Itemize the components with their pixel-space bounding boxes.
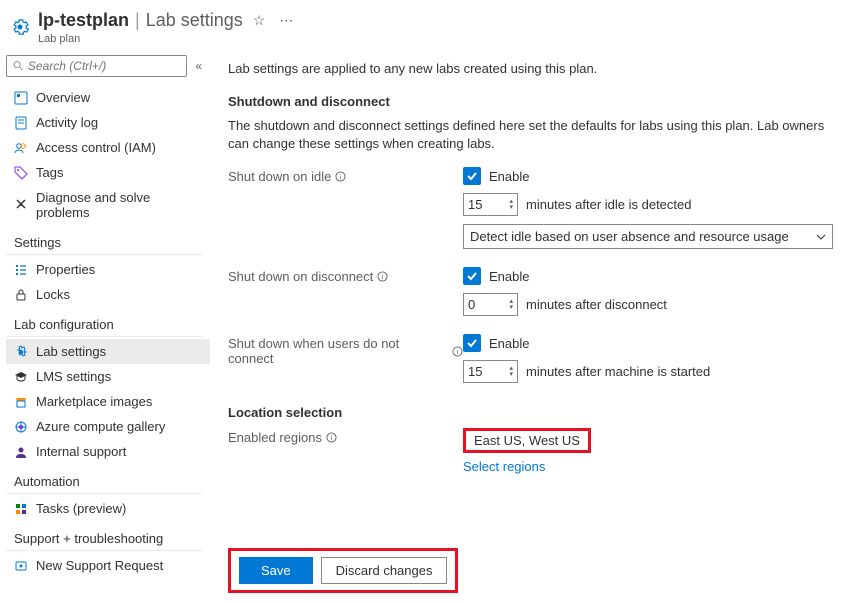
footer-buttons: Save Discard changes (228, 548, 458, 593)
sidebar-item-label: Locks (36, 287, 70, 302)
sidebar-item-label: New Support Request (36, 558, 163, 573)
nav-group-automation: Automation (6, 464, 202, 494)
search-input[interactable] (28, 59, 180, 73)
shutdown-description: The shutdown and disconnect settings def… (228, 117, 839, 153)
svg-text:i: i (457, 347, 459, 356)
tasks-icon (14, 502, 28, 516)
sidebar: « Overview Activity log Access control (IA… (0, 49, 210, 603)
search-box[interactable] (6, 55, 187, 77)
spinner-icon[interactable]: ▴▾ (509, 299, 513, 311)
newsupport-icon (14, 559, 28, 573)
nav-group-settings: Settings (6, 225, 202, 255)
nav-group-labconfig: Lab configuration (6, 307, 202, 337)
intro-text: Lab settings are applied to any new labs… (228, 61, 839, 76)
main-content: Lab settings are applied to any new labs… (210, 49, 857, 603)
sidebar-item-activity-log[interactable]: Activity log (6, 110, 210, 135)
sidebar-item-new-support-request[interactable]: New Support Request (6, 553, 210, 578)
resource-type: Lab plan (38, 33, 297, 45)
sidebar-item-label: LMS settings (36, 369, 111, 384)
sidebar-item-properties[interactable]: Properties (6, 257, 210, 282)
sidebar-item-label: Internal support (36, 444, 126, 459)
diagnose-icon (14, 198, 28, 212)
tags-icon (14, 166, 28, 180)
sidebar-item-label: Marketplace images (36, 394, 152, 409)
sidebar-item-label: Lab settings (36, 344, 106, 359)
lms-icon (14, 370, 28, 384)
collapse-sidebar-button[interactable]: « (193, 57, 204, 75)
sidebar-item-overview[interactable]: Overview (6, 85, 210, 110)
sidebar-item-label: Azure compute gallery (36, 419, 165, 434)
svg-text:i: i (340, 173, 342, 182)
info-icon[interactable]: i (377, 271, 388, 282)
chevron-down-icon (816, 232, 826, 242)
sidebar-item-label: Tasks (preview) (36, 501, 126, 516)
noconnect-minutes-input[interactable]: 15▴▾ (463, 360, 518, 383)
sidebar-item-label: Diagnose and solve problems (36, 190, 202, 220)
support-icon (14, 445, 28, 459)
disconnect-enable-checkbox[interactable] (463, 267, 481, 285)
properties-icon (14, 263, 28, 277)
disconnect-minutes-input[interactable]: 0▴▾ (463, 293, 518, 316)
spinner-icon[interactable]: ▴▾ (509, 366, 513, 378)
sidebar-item-azure-compute-gallery[interactable]: Azure compute gallery (6, 414, 210, 439)
favorite-button[interactable]: ☆ (249, 8, 270, 33)
save-button[interactable]: Save (239, 557, 313, 584)
idle-detection-dropdown[interactable]: Detect idle based on user absence and re… (463, 224, 833, 249)
gallery-icon (14, 420, 28, 434)
activity-icon (14, 116, 28, 130)
sidebar-item-label: Overview (36, 90, 90, 105)
select-regions-link[interactable]: Select regions (463, 459, 839, 474)
disconnect-label: Shut down on disconnect i (228, 267, 463, 284)
svg-text:i: i (382, 273, 384, 282)
svg-text:i: i (331, 434, 333, 443)
shutdown-heading: Shutdown and disconnect (228, 94, 839, 109)
location-heading: Location selection (228, 405, 839, 420)
idle-minutes-input[interactable]: 15▴▾ (463, 193, 518, 216)
regions-label: Enabled regions i (228, 428, 463, 445)
idle-enable-checkbox[interactable] (463, 167, 481, 185)
sidebar-item-lms-settings[interactable]: LMS settings (6, 364, 210, 389)
marketplace-icon (14, 395, 28, 409)
page-title: Lab settings (146, 10, 243, 31)
sidebar-item-label: Access control (IAM) (36, 140, 156, 155)
sidebar-item-tasks-preview-[interactable]: Tasks (preview) (6, 496, 210, 521)
gear-icon (14, 345, 28, 359)
enabled-regions-value: East US, West US (463, 428, 591, 453)
sidebar-item-diagnose-and-solve-problems[interactable]: Diagnose and solve problems (6, 185, 210, 225)
search-icon (13, 60, 24, 72)
info-icon[interactable]: i (335, 171, 346, 182)
sidebar-item-lab-settings[interactable]: Lab settings (6, 339, 210, 364)
sidebar-item-label: Tags (36, 165, 63, 180)
noconnect-label: Shut down when users do not connect i (228, 334, 463, 366)
gear-icon (10, 17, 30, 37)
sidebar-item-marketplace-images[interactable]: Marketplace images (6, 389, 210, 414)
noconnect-enable-checkbox[interactable] (463, 334, 481, 352)
page-header: lp-testplan | Lab settings ☆ ⋯ Lab plan (0, 0, 857, 49)
nav-group-support: Support + troubleshooting (6, 521, 202, 551)
info-icon[interactable]: i (326, 432, 337, 443)
sidebar-item-label: Activity log (36, 115, 98, 130)
sidebar-item-internal-support[interactable]: Internal support (6, 439, 210, 464)
resource-name: lp-testplan (38, 10, 129, 31)
sidebar-item-label: Properties (36, 262, 95, 277)
idle-label: Shut down on idle i (228, 167, 463, 184)
locks-icon (14, 288, 28, 302)
access-icon (14, 141, 28, 155)
sidebar-item-access-control-iam-[interactable]: Access control (IAM) (6, 135, 210, 160)
overview-icon (14, 91, 28, 105)
spinner-icon[interactable]: ▴▾ (509, 199, 513, 211)
discard-button[interactable]: Discard changes (321, 557, 448, 584)
info-icon[interactable]: i (452, 346, 463, 357)
sidebar-item-tags[interactable]: Tags (6, 160, 210, 185)
more-button[interactable]: ⋯ (275, 8, 297, 33)
sidebar-item-locks[interactable]: Locks (6, 282, 210, 307)
